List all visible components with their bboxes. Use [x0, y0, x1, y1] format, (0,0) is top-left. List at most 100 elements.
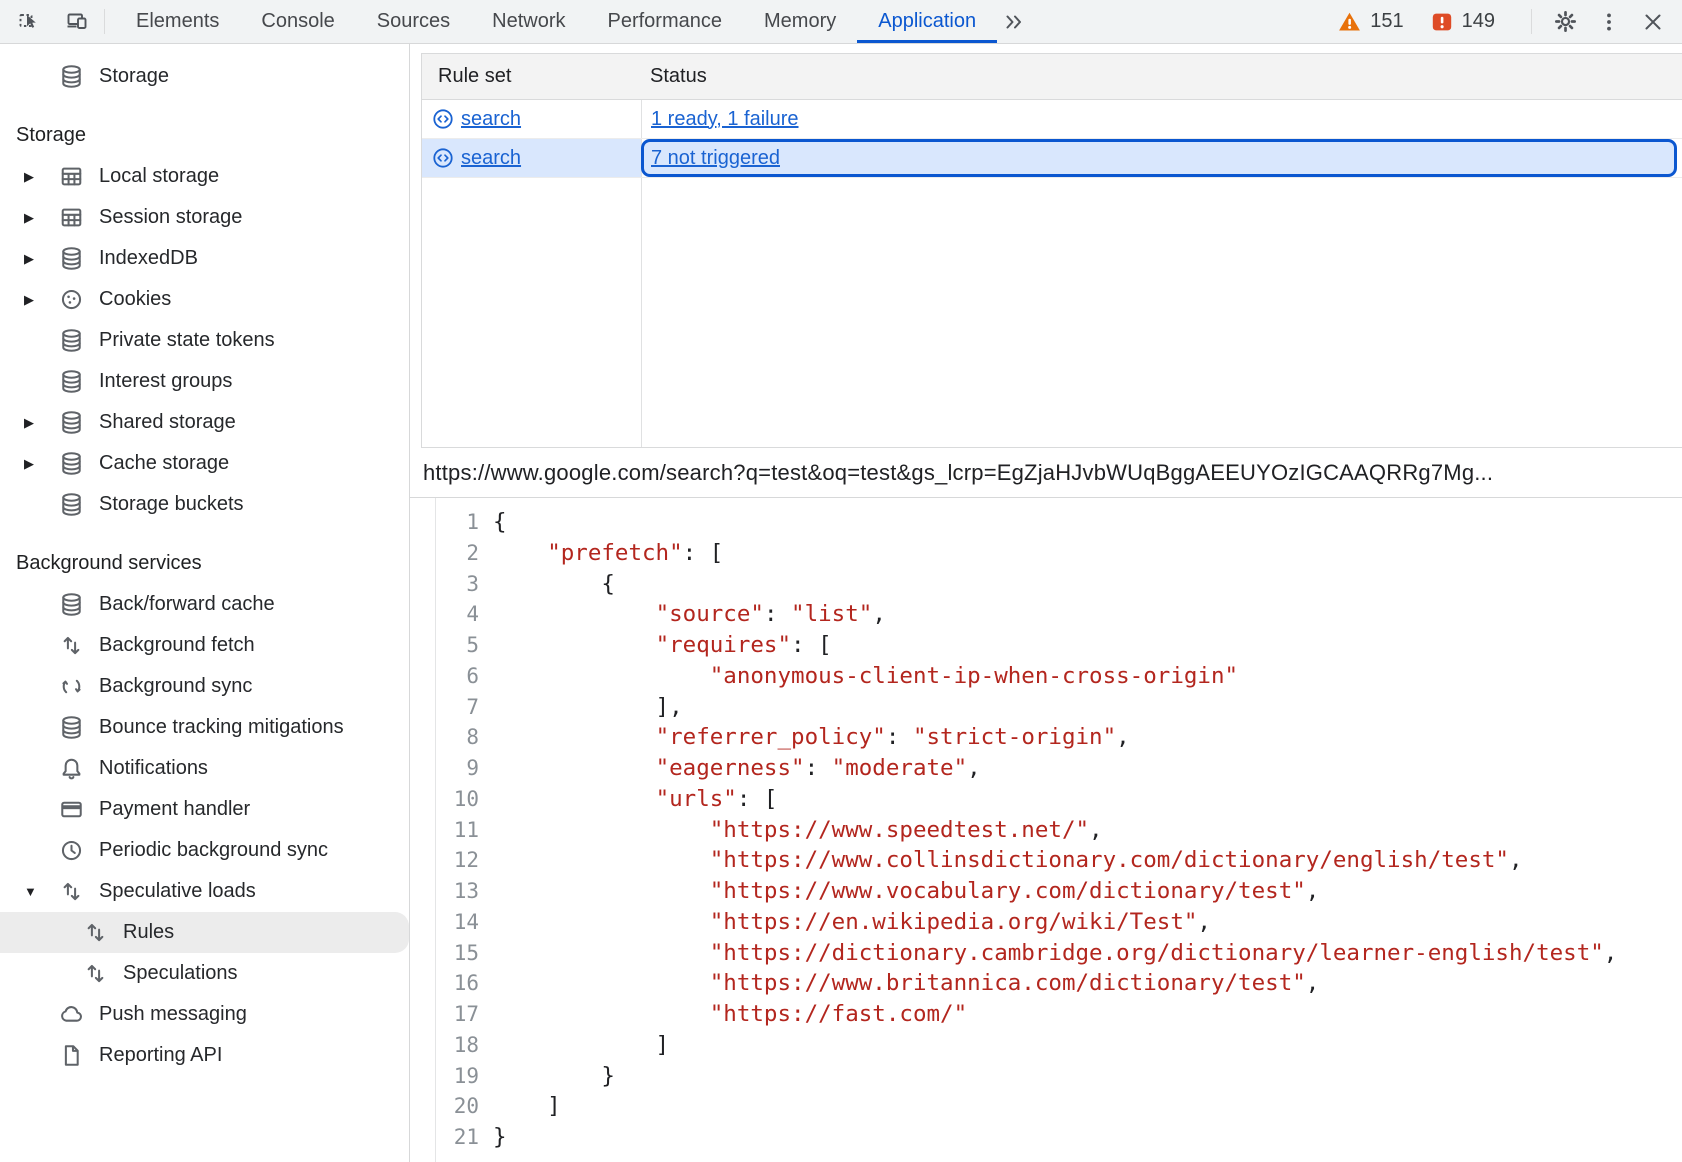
- sidebar-item-label: Shared storage: [99, 411, 236, 434]
- sidebar-item-cookies[interactable]: ▶ Cookies: [0, 279, 409, 320]
- status-link[interactable]: 7 not triggered: [651, 147, 780, 170]
- grid-header-row: Rule set Status: [422, 54, 1682, 100]
- kebab-menu-icon[interactable]: [1592, 5, 1626, 39]
- chevron-expanded-icon[interactable]: ▼: [16, 884, 58, 899]
- sidebar-item-payment-handler[interactable]: Payment handler: [0, 789, 409, 830]
- sidebar-item-private-state-tokens[interactable]: Private state tokens: [0, 320, 409, 361]
- code-line: 21}: [410, 1122, 1682, 1153]
- sidebar-item-label: Session storage: [99, 206, 242, 229]
- database-icon: [58, 409, 85, 436]
- cookie-icon: [58, 286, 85, 313]
- settings-gear-icon[interactable]: [1548, 5, 1582, 39]
- table-icon: [58, 204, 85, 231]
- tab-performance[interactable]: Performance: [587, 0, 744, 43]
- tab-sources[interactable]: Sources: [356, 0, 471, 43]
- rule-set-row[interactable]: search 7 not triggered: [422, 139, 1682, 178]
- tab-application[interactable]: Application: [857, 0, 997, 43]
- line-number: 16: [410, 968, 479, 999]
- rule-set-preview: https://www.google.com/search?q=test&oq=…: [410, 448, 1682, 1162]
- speculative-icon: [82, 960, 109, 987]
- code-text: "https://dictionary.cambridge.org/dictio…: [493, 938, 1617, 969]
- tab-network[interactable]: Network: [471, 0, 586, 43]
- code-text: ]: [493, 1091, 561, 1122]
- more-tabs-icon[interactable]: [997, 5, 1031, 39]
- rule-set-row[interactable]: search 1 ready, 1 failure: [422, 100, 1682, 139]
- sidebar-item-indexeddb[interactable]: ▶ IndexedDB: [0, 238, 409, 279]
- line-number: 9: [410, 753, 479, 784]
- sidebar-item-label: IndexedDB: [99, 247, 198, 270]
- sidebar-item-back-forward-cache[interactable]: Back/forward cache: [0, 584, 409, 625]
- sidebar-item-notifications[interactable]: Notifications: [0, 748, 409, 789]
- line-number: 2: [410, 538, 479, 569]
- sidebar-item-background-sync[interactable]: Background sync: [0, 666, 409, 707]
- column-header-status[interactable]: Status: [641, 54, 1682, 99]
- issues-badge[interactable]: 149: [1430, 10, 1495, 34]
- database-icon: [58, 368, 85, 395]
- chevron-collapsed-icon[interactable]: ▶: [16, 169, 58, 185]
- sidebar-item-background-fetch[interactable]: Background fetch: [0, 625, 409, 666]
- sidebar-item-label: Interest groups: [99, 370, 232, 393]
- sidebar-item-shared-storage[interactable]: ▶ Shared storage: [0, 402, 409, 443]
- line-number: 10: [410, 784, 479, 815]
- inspect-element-icon[interactable]: [12, 5, 46, 39]
- sidebar-item-bounce-tracking-mitigations[interactable]: Bounce tracking mitigations: [0, 707, 409, 748]
- sidebar-item-label: Storage buckets: [99, 493, 244, 516]
- line-number: 11: [410, 815, 479, 846]
- sidebar-item-label: Private state tokens: [99, 329, 275, 352]
- code-text: "https://www.speedtest.net/",: [493, 815, 1103, 846]
- sidebar-item-local-storage[interactable]: ▶Local storage: [0, 156, 409, 197]
- selected-status-cell[interactable]: 7 not triggered: [641, 139, 1677, 177]
- warnings-badge[interactable]: 151: [1337, 10, 1403, 34]
- sidebar-item-rules[interactable]: Rules: [0, 912, 409, 953]
- sidebar-item-session-storage[interactable]: ▶ Session storage: [0, 197, 409, 238]
- sidebar-item-speculations[interactable]: Speculations: [0, 953, 409, 994]
- device-toolbar-icon[interactable]: [60, 5, 94, 39]
- code-line: 4 "source": "list",: [410, 599, 1682, 630]
- code-line: 11 "https://www.speedtest.net/",: [410, 815, 1682, 846]
- document-icon: [58, 1042, 85, 1069]
- status-link[interactable]: 1 ready, 1 failure: [651, 108, 799, 131]
- rule-set-source-url[interactable]: https://www.google.com/search?q=test&oq=…: [410, 448, 1682, 498]
- line-number: 4: [410, 599, 479, 630]
- sidebar-item-storage[interactable]: Storage: [0, 56, 409, 97]
- sidebar-item-cache-storage[interactable]: ▶ Cache storage: [0, 443, 409, 484]
- database-icon: [58, 714, 85, 741]
- sidebar-item-push-messaging[interactable]: Push messaging: [0, 994, 409, 1035]
- rule-set-link[interactable]: search: [461, 108, 521, 131]
- toolbar-divider: [1531, 9, 1532, 34]
- sidebar-item-speculative-loads[interactable]: ▼Speculative loads: [0, 871, 409, 912]
- chevron-collapsed-icon[interactable]: ▶: [16, 251, 58, 267]
- devtools-content: StorageStorage▶Local storage▶Session sto…: [0, 44, 1682, 1162]
- code-line: 10 "urls": [: [410, 784, 1682, 815]
- clock-icon: [58, 837, 85, 864]
- chevron-collapsed-icon[interactable]: ▶: [16, 415, 58, 431]
- tab-console[interactable]: Console: [240, 0, 355, 43]
- code-text: "https://en.wikipedia.org/wiki/Test",: [493, 907, 1211, 938]
- code-line: 3 {: [410, 569, 1682, 600]
- sidebar-item-reporting-api[interactable]: Reporting API: [0, 1035, 409, 1076]
- sidebar-item-periodic-background-sync[interactable]: Periodic background sync: [0, 830, 409, 871]
- code-text: "eagerness": "moderate",: [493, 753, 981, 784]
- sidebar-item-interest-groups[interactable]: Interest groups: [0, 361, 409, 402]
- database-icon: [58, 591, 85, 618]
- sidebar-item-storage-buckets[interactable]: Storage buckets: [0, 484, 409, 525]
- speculative-icon: [82, 919, 109, 946]
- sidebar-item-label: Cache storage: [99, 452, 229, 475]
- line-number: 13: [410, 876, 479, 907]
- sidebar-item-label: Cookies: [99, 288, 171, 311]
- code-line: 8 "referrer_policy": "strict-origin",: [410, 722, 1682, 753]
- database-icon: [58, 327, 85, 354]
- code-text: "source": "list",: [493, 599, 886, 630]
- code-line: 19 }: [410, 1061, 1682, 1092]
- tab-memory[interactable]: Memory: [743, 0, 857, 43]
- tab-elements[interactable]: Elements: [115, 0, 240, 43]
- rule-set-link[interactable]: search: [461, 147, 521, 170]
- chevron-collapsed-icon[interactable]: ▶: [16, 456, 58, 472]
- column-header-rule-set[interactable]: Rule set: [422, 54, 641, 99]
- chevron-collapsed-icon[interactable]: ▶: [16, 292, 58, 308]
- code-text: }: [493, 1061, 615, 1092]
- devtools-window: ElementsConsoleSourcesNetworkPerformance…: [0, 0, 1682, 1162]
- line-number: 6: [410, 661, 479, 692]
- close-devtools-icon[interactable]: [1636, 5, 1670, 39]
- chevron-collapsed-icon[interactable]: ▶: [16, 210, 58, 226]
